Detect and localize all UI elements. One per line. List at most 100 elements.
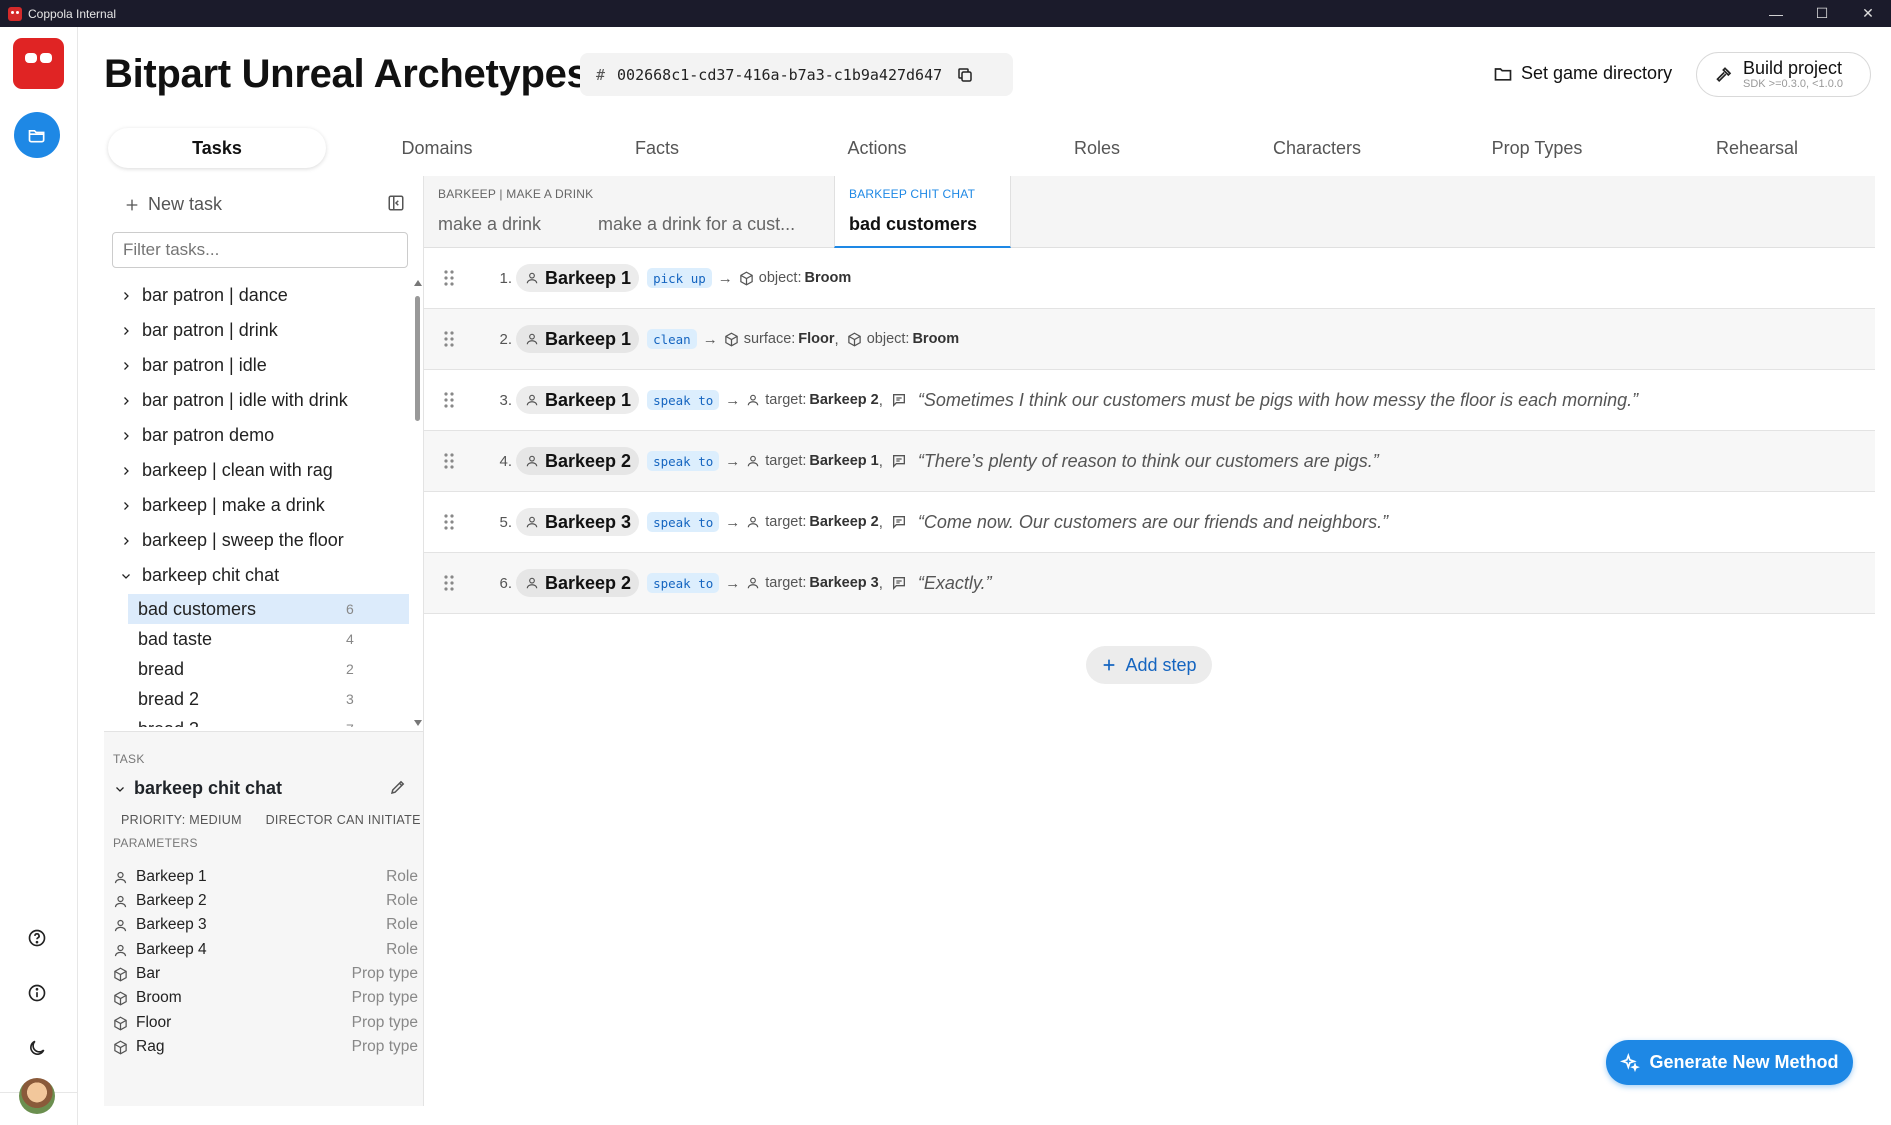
actor-chip[interactable]: Barkeep 1 [516, 386, 640, 414]
step-body: Barkeep 2 speak to → target: Barkeep 3, “Exac… [516, 569, 992, 597]
task-tree-scrollbar[interactable] [412, 279, 422, 727]
argument-label: surface: [743, 331, 796, 347]
tab-prop-types[interactable]: Prop Types [1428, 128, 1646, 168]
dialogue[interactable]: “Come now. Our customers are our friends… [891, 512, 1388, 533]
actor-name: Barkeep 1 [545, 328, 632, 349]
actor-chip[interactable]: Barkeep 1 [516, 325, 640, 353]
tab-actions[interactable]: Actions [768, 128, 986, 168]
argument[interactable]: surface: Floor [724, 331, 835, 347]
tab-tasks[interactable]: Tasks [108, 128, 326, 168]
action-verb[interactable]: speak to [647, 390, 720, 410]
argument[interactable]: target: Barkeep 1 [746, 453, 879, 469]
drag-handle-icon[interactable] [443, 391, 455, 409]
method-tab[interactable]: make a drink [438, 214, 541, 235]
drag-handle[interactable] [443, 452, 455, 470]
actor-chip[interactable]: Barkeep 1 [516, 264, 640, 292]
drag-handle[interactable] [443, 269, 455, 287]
method-tab-group: BARKEEP | MAKE A DRINK make a drink make… [424, 176, 834, 248]
step-row[interactable]: 6. Barkeep 2 speak to → target: Barkeep 3, “Ex… [424, 553, 1875, 614]
task-label: barkeep | clean with rag [142, 460, 333, 480]
theme-toggle-button[interactable] [14, 1025, 60, 1071]
dialogue[interactable]: “Exactly.” [891, 573, 992, 594]
app-logo[interactable] [13, 38, 64, 89]
collapse-sidebar-button[interactable] [387, 194, 405, 212]
tab-domains[interactable]: Domains [328, 128, 546, 168]
actor-chip[interactable]: Barkeep 2 [516, 569, 640, 597]
filter-tasks-input[interactable] [112, 232, 408, 268]
action-verb[interactable]: speak to [647, 512, 720, 532]
tab-facts[interactable]: Facts [548, 128, 766, 168]
step-row[interactable]: 2. Barkeep 1 clean → surface: Floor, object: Br… [424, 309, 1875, 370]
help-button[interactable] [14, 915, 60, 961]
projects-button[interactable] [14, 112, 60, 158]
actor-chip[interactable]: Barkeep 2 [516, 447, 640, 475]
task-item-expanded[interactable]: barkeep chit chat [104, 559, 409, 592]
argument-value: Broom [912, 331, 960, 347]
task-item[interactable]: barkeep | clean with rag [104, 454, 409, 487]
argument[interactable]: target: Barkeep 3 [746, 575, 879, 591]
user-avatar[interactable] [19, 1078, 55, 1114]
plus-icon [1104, 659, 1115, 671]
task-item[interactable]: bar patron | drink [104, 314, 409, 347]
drag-handle-icon[interactable] [443, 574, 455, 592]
action-verb[interactable]: pick up [647, 268, 712, 288]
method-step-count: 3 [346, 691, 354, 707]
tab-rehearsal[interactable]: Rehearsal [1648, 128, 1866, 168]
parameter-name: Floor [136, 1014, 172, 1031]
set-game-directory-button[interactable]: Set game directory [1493, 63, 1672, 84]
drag-handle[interactable] [443, 391, 455, 409]
dialogue[interactable]: “Sometimes I think our customers must be… [891, 390, 1638, 411]
dialogue[interactable]: “There’s plenty of reason to think our c… [891, 451, 1379, 472]
task-item[interactable]: barkeep | make a drink [104, 489, 409, 522]
task-item[interactable]: barkeep | sweep the floor [104, 524, 409, 557]
generate-method-button[interactable]: Generate New Method [1606, 1040, 1853, 1085]
task-item[interactable]: bar patron | idle [104, 349, 409, 382]
copy-id-button[interactable] [956, 66, 974, 84]
edit-task-button[interactable] [389, 778, 407, 796]
method-item[interactable]: bad taste 4 [128, 624, 409, 654]
drag-handle-icon[interactable] [443, 513, 455, 531]
argument[interactable]: object: Broom [739, 270, 851, 286]
task-detail-title[interactable]: barkeep chit chat [114, 778, 282, 799]
drag-handle-icon[interactable] [443, 330, 455, 348]
new-task-button[interactable]: New task [124, 194, 222, 215]
method-item[interactable]: bread 2 3 [128, 684, 409, 714]
info-button[interactable] [14, 970, 60, 1016]
task-item[interactable]: bar patron demo [104, 419, 409, 452]
step-row[interactable]: 1. Barkeep 1 pick up → object: Broom [424, 248, 1875, 309]
action-verb[interactable]: clean [647, 329, 697, 349]
actor-chip[interactable]: Barkeep 3 [516, 508, 640, 536]
method-item[interactable]: bread 3 7 [128, 714, 409, 728]
build-project-button[interactable]: Build project SDK >=0.3.0, <1.0.0 [1696, 52, 1871, 97]
argument[interactable]: target: Barkeep 2 [746, 514, 879, 530]
step-row[interactable]: 4. Barkeep 2 speak to → target: Barkeep 1, “Th… [424, 431, 1875, 492]
method-item-selected[interactable]: bad customers 6 [128, 594, 409, 624]
person-icon [114, 944, 127, 956]
drag-handle[interactable] [443, 330, 455, 348]
step-row[interactable]: 3. Barkeep 1 speak to → target: Barkeep 2, “So… [424, 370, 1875, 431]
scrollbar-thumb[interactable] [415, 296, 420, 421]
minimize-button[interactable]: — [1753, 0, 1799, 27]
speech-bubble-icon [892, 516, 905, 529]
parameter-type: Prop type [351, 1038, 418, 1055]
drag-handle-icon[interactable] [443, 452, 455, 470]
maximize-button[interactable]: ☐ [1799, 0, 1845, 27]
drag-handle-icon[interactable] [443, 269, 455, 287]
drag-handle[interactable] [443, 513, 455, 531]
method-tab-active[interactable]: bad customers [849, 214, 977, 235]
drag-handle[interactable] [443, 574, 455, 592]
argument[interactable]: object: Broom [847, 331, 959, 347]
task-item[interactable]: bar patron | dance [104, 279, 409, 312]
add-step-button[interactable]: Add step [1086, 646, 1212, 684]
action-verb[interactable]: speak to [647, 451, 720, 471]
task-item[interactable]: bar patron | idle with drink [104, 384, 409, 417]
nav-rail [0, 27, 78, 1125]
tab-roles[interactable]: Roles [988, 128, 1206, 168]
method-tab[interactable]: make a drink for a cust... [598, 214, 795, 235]
argument[interactable]: target: Barkeep 2 [746, 392, 879, 408]
action-verb[interactable]: speak to [647, 573, 720, 593]
method-item[interactable]: bread 2 [128, 654, 409, 684]
close-button[interactable]: ✕ [1845, 0, 1891, 27]
tab-characters[interactable]: Characters [1208, 128, 1426, 168]
step-row[interactable]: 5. Barkeep 3 speak to → target: Barkeep 2, “Co… [424, 492, 1875, 553]
